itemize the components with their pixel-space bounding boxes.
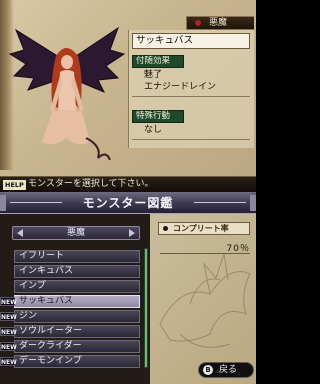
- bestiary-title: モンスター図鑑: [82, 196, 174, 210]
- monster-list-item[interactable]: デーモンインプ: [14, 355, 140, 368]
- back-button[interactable]: B 戻る: [198, 362, 254, 378]
- divider: [132, 139, 250, 140]
- monster-list-item[interactable]: ソウルイーター: [14, 325, 140, 338]
- b-button-icon: B: [203, 365, 213, 375]
- monster-list: イフリート インキュバス インプ サッキュバス NEW ジン NEW ソウルイーター NEW ダー…: [0, 248, 150, 370]
- dragon-sketch-decoration: [159, 253, 251, 348]
- category-selector-label: 悪魔: [66, 228, 85, 238]
- category-tag-label: 悪魔: [209, 18, 228, 28]
- monster-list-item[interactable]: ダークライダー: [14, 340, 140, 353]
- category-tag: 悪魔: [186, 16, 254, 30]
- help-text: モンスターを選択して下さい。: [28, 179, 154, 189]
- new-badge: NEW: [0, 297, 17, 306]
- effects-section-label: 付随効果: [132, 55, 184, 68]
- title-cap-left: [0, 195, 6, 211]
- effect-item: 魅了: [144, 70, 163, 80]
- arrow-right-icon[interactable]: [129, 229, 135, 237]
- new-badge: NEW: [0, 357, 17, 366]
- completion-label-text: コンプリート率: [173, 224, 229, 233]
- monster-list-item[interactable]: インプ: [14, 280, 140, 293]
- title-line-left: [10, 202, 62, 203]
- monster-list-item[interactable]: サッキュバス: [14, 295, 140, 308]
- completion-underline: [160, 253, 250, 254]
- divider: [132, 96, 250, 97]
- monster-list-item[interactable]: イフリート: [14, 250, 140, 263]
- title-line-right: [194, 202, 246, 203]
- arrow-left-icon[interactable]: [17, 229, 23, 237]
- completion-label: コンプリート率: [158, 222, 250, 235]
- new-badge: NEW: [0, 312, 17, 321]
- monster-name: サッキュバス: [132, 33, 250, 49]
- special-value: なし: [144, 125, 163, 135]
- top-screen: 悪魔 サッキュバス 付随効果 魅了 エナジードレイン 特殊行動 なし HELP …: [0, 0, 256, 192]
- monster-portrait: [8, 26, 126, 161]
- new-badge: NEW: [0, 342, 17, 351]
- bestiary-title-bar: モンスター図鑑: [0, 192, 256, 214]
- category-selector[interactable]: 悪魔: [12, 226, 140, 240]
- help-bar: HELP モンスターを選択して下さい。: [0, 176, 256, 192]
- effect-item: エナジードレイン: [144, 82, 217, 92]
- monster-list-item[interactable]: インキュバス: [14, 265, 140, 278]
- new-badge: NEW: [0, 327, 17, 336]
- back-button-label: 戻る: [219, 365, 238, 375]
- bottom-screen: モンスター図鑑 コンプリート率 70％ 悪魔 イフリート インキュバス インプ サッキ…: [0, 192, 256, 384]
- special-section-label: 特殊行動: [132, 110, 184, 123]
- title-cap-right: [250, 195, 256, 211]
- category-dot-icon: [195, 20, 201, 26]
- bullet-icon: [163, 226, 168, 231]
- scrollbar-thumb[interactable]: [145, 249, 147, 367]
- monster-list-item[interactable]: ジン: [14, 310, 140, 323]
- help-badge: HELP: [3, 180, 26, 190]
